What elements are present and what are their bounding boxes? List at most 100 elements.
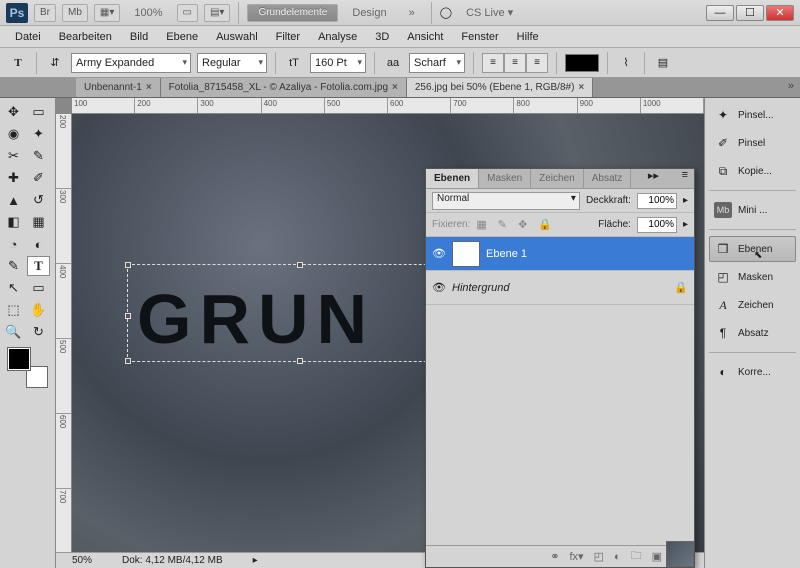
visibility-toggle[interactable]: 👁 — [432, 281, 446, 294]
history-brush-tool[interactable]: ↺ — [27, 190, 50, 210]
antialias-combo[interactable]: Scharf — [409, 53, 465, 73]
hand-tool[interactable]: ✋ — [27, 300, 50, 320]
brush-tool[interactable]: ✐ — [27, 168, 50, 188]
menu-bearbeiten[interactable]: Bearbeiten — [50, 28, 121, 46]
crop-tool[interactable]: ✂ — [2, 146, 25, 166]
panel-tab-zeichen[interactable]: Zeichen — [531, 169, 584, 188]
cslive-button[interactable]: CS Live ▾ — [458, 6, 521, 19]
zoom-tool[interactable]: 🔍 — [2, 322, 25, 342]
font-family-combo[interactable]: Army Expanded — [71, 53, 191, 73]
minibridge-button[interactable]: Mb — [62, 4, 88, 22]
layer-row[interactable]: 👁 Hintergrund 🔒 — [426, 271, 694, 305]
path-tool[interactable]: ↖ — [2, 278, 25, 298]
heal-tool[interactable]: ✚ — [2, 168, 25, 188]
foreground-background-colors[interactable] — [8, 348, 48, 388]
screen-mode-button[interactable]: ▦▾ — [94, 4, 120, 22]
menu-ebene[interactable]: Ebene — [157, 28, 207, 46]
lock-buttons[interactable]: ▦ ✎ ✥ 🔒 — [476, 218, 556, 231]
doc-tab-256[interactable]: 256.jpg bei 50% (Ebene 1, RGB/8#)× — [407, 78, 593, 97]
dock-absatz[interactable]: ¶Absatz — [709, 320, 796, 346]
doc-tab-unbenannt[interactable]: Unbenannt-1× — [76, 78, 161, 97]
layers-panel[interactable]: Ebenen Masken Zeichen Absatz ▸▸ ≡ Normal… — [425, 168, 695, 568]
align-center-button[interactable]: ≡ — [504, 53, 526, 73]
blend-mode-combo[interactable]: Normal — [432, 192, 580, 210]
panel-tab-absatz[interactable]: Absatz — [584, 169, 632, 188]
menu-auswahl[interactable]: Auswahl — [207, 28, 267, 46]
group-button[interactable]: 🗀 — [631, 547, 642, 566]
gradient-tool[interactable]: ▦ — [27, 212, 50, 232]
align-left-button[interactable]: ≡ — [482, 53, 504, 73]
dodge-tool[interactable]: ◐ — [27, 234, 50, 254]
eraser-tool[interactable]: ◧ — [2, 212, 25, 232]
opacity-input[interactable] — [637, 193, 677, 209]
view-button-2[interactable]: ▤▾ — [204, 4, 230, 22]
layer-thumbnail[interactable] — [666, 541, 694, 545]
close-icon[interactable]: × — [146, 82, 152, 93]
font-size-combo[interactable]: 160 Pt — [310, 53, 366, 73]
dock-pinselvorgaben[interactable]: ✦Pinsel... — [709, 102, 796, 128]
char-panel-button[interactable]: ▤ — [653, 53, 673, 73]
rotate-tool[interactable]: ↻ — [27, 322, 50, 342]
stamp-tool[interactable]: ▲ — [2, 190, 25, 210]
fill-scrub[interactable]: ▸ — [683, 219, 688, 230]
tabs-overflow[interactable]: » — [782, 78, 800, 97]
bridge-button[interactable]: Br — [34, 4, 56, 22]
layer-name[interactable]: Ebene 1 — [486, 248, 527, 260]
dock-minibridge[interactable]: MbMini ... — [709, 197, 796, 223]
new-layer-button[interactable]: ▣ — [652, 550, 662, 563]
menu-bild[interactable]: Bild — [121, 28, 157, 46]
menu-analyse[interactable]: Analyse — [309, 28, 366, 46]
layer-thumbnail[interactable]: T — [452, 241, 480, 267]
fill-input[interactable] — [637, 217, 677, 233]
panel-tab-masken[interactable]: Masken — [479, 169, 531, 188]
eyedropper-tool[interactable]: ✎ — [27, 146, 50, 166]
visibility-toggle[interactable]: 👁 — [432, 247, 446, 260]
adjustment-button[interactable]: ◐ — [614, 551, 621, 563]
minimize-button[interactable]: — — [706, 5, 734, 21]
lasso-tool[interactable]: ◉ — [2, 124, 25, 144]
mask-button[interactable]: ◰ — [594, 550, 604, 563]
opacity-scrub[interactable]: ▸ — [683, 195, 688, 206]
fx-button[interactable]: fx▾ — [569, 550, 583, 563]
panel-collapse-button[interactable]: ▸▸ — [642, 169, 665, 188]
doc-tab-fotolia[interactable]: Fotolia_8715458_XL - © Azaliya - Fotolia… — [161, 78, 407, 97]
dock-pinsel[interactable]: ✐Pinsel — [709, 130, 796, 156]
foreground-color[interactable] — [8, 348, 30, 370]
dock-masken[interactable]: ◰Masken — [709, 264, 796, 290]
workspace-design[interactable]: Design — [344, 7, 394, 19]
workspace-more[interactable]: » — [401, 7, 423, 19]
orientation-button[interactable]: ⇵ — [45, 53, 65, 73]
workspace-grundelemente[interactable]: Grundelemente — [247, 4, 338, 22]
move-tool[interactable]: ✥ — [2, 102, 25, 122]
menu-ansicht[interactable]: Ansicht — [398, 28, 452, 46]
close-icon[interactable]: × — [578, 82, 584, 93]
layer-name[interactable]: Hintergrund — [452, 282, 509, 294]
link-layers-button[interactable]: ⚭ — [550, 550, 559, 563]
pen-tool[interactable]: ✎ — [2, 256, 25, 276]
zoom-readout[interactable]: 50% — [72, 555, 92, 566]
dock-zeichen[interactable]: AZeichen — [709, 292, 796, 318]
panel-tab-ebenen[interactable]: Ebenen — [426, 169, 479, 188]
menu-datei[interactable]: Datei — [6, 28, 50, 46]
dock-korrekturen[interactable]: ◐Korre... — [709, 359, 796, 385]
menu-3d[interactable]: 3D — [366, 28, 398, 46]
shape-tool[interactable]: ▭ — [27, 278, 50, 298]
dock-ebenen[interactable]: ❒Ebenen⬉ — [709, 236, 796, 262]
text-color-swatch[interactable] — [565, 54, 599, 72]
panel-menu-button[interactable]: ≡ — [676, 169, 694, 188]
marquee-tool[interactable]: ▭ — [27, 102, 50, 122]
close-button[interactable]: ✕ — [766, 5, 794, 21]
layer-row[interactable]: 👁 T Ebene 1 — [426, 237, 694, 271]
align-right-button[interactable]: ≡ — [526, 53, 548, 73]
wand-tool[interactable]: ✦ — [27, 124, 50, 144]
view-button-1[interactable]: ▭ — [177, 4, 198, 22]
dock-kopierquelle[interactable]: ⧉Kopie... — [709, 158, 796, 184]
warp-text-button[interactable]: ⌇ — [616, 53, 636, 73]
font-weight-combo[interactable]: Regular — [197, 53, 267, 73]
blur-tool[interactable]: ◔ — [2, 234, 25, 254]
menu-hilfe[interactable]: Hilfe — [508, 28, 548, 46]
3d-tool[interactable]: ⬚ — [2, 300, 25, 320]
transform-box[interactable] — [127, 264, 467, 362]
menu-fenster[interactable]: Fenster — [452, 28, 507, 46]
menu-filter[interactable]: Filter — [267, 28, 309, 46]
